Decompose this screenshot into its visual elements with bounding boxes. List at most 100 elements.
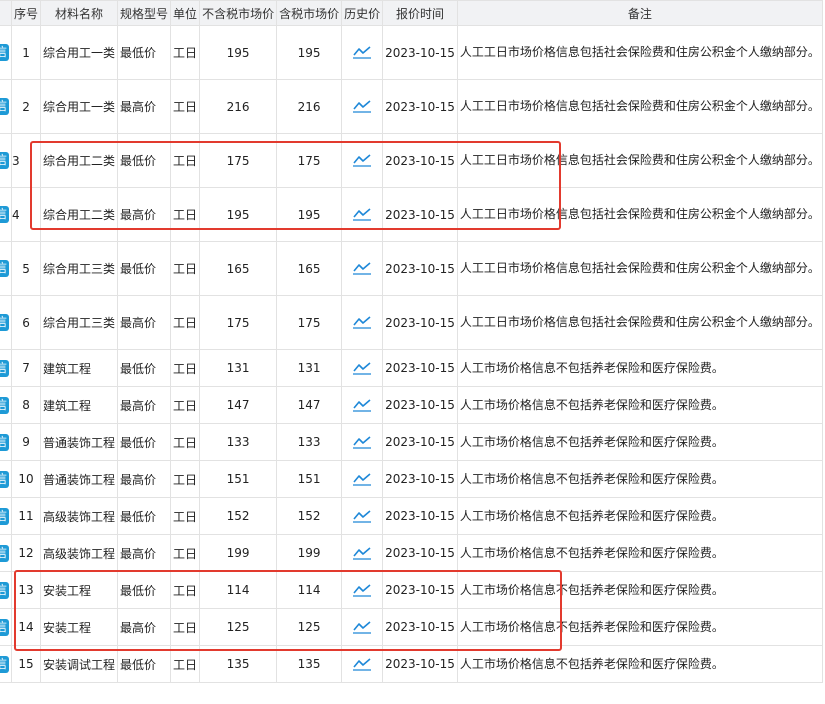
price-in-tax-cell: 152 xyxy=(276,497,343,535)
line-chart-icon[interactable] xyxy=(344,435,380,450)
table-row[interactable]: 信4综合用工二类最高价工日1951952023-10-15人工工日市场价格信息包… xyxy=(0,187,823,242)
line-chart-icon[interactable] xyxy=(344,153,380,168)
badge-cell: 信 xyxy=(0,608,12,646)
note-cell: 人工市场价格信息不包括养老保险和医疗保险费。 xyxy=(456,571,823,609)
badge-cell: 信 xyxy=(0,460,12,498)
table-row[interactable]: 信5综合用工三类最低价工日1651652023-10-15人工工日市场价格信息包… xyxy=(0,241,823,296)
info-badge[interactable]: 信 xyxy=(0,396,9,414)
date-cell: 2023-10-15 xyxy=(382,133,458,188)
table-row[interactable]: 信3综合用工二类最低价工日1751752023-10-15人工工日市场价格信息包… xyxy=(0,133,823,188)
table-row[interactable]: 信6综合用工三类最高价工日1751752023-10-15人工工日市场价格信息包… xyxy=(0,295,823,350)
price-in-tax-cell: 165 xyxy=(276,241,343,296)
badge-cell: 信 xyxy=(0,386,12,424)
header-spec[interactable]: 规格型号 xyxy=(117,0,172,26)
info-badge[interactable]: 信 xyxy=(0,152,9,169)
price-in-tax-cell: 195 xyxy=(276,187,343,242)
header-history[interactable]: 历史价 xyxy=(341,0,384,26)
table-row[interactable]: 信9普通装饰工程最低价工日1331332023-10-15人工市场价格信息不包括… xyxy=(0,423,823,461)
line-chart-icon[interactable] xyxy=(344,207,380,222)
line-chart-icon[interactable] xyxy=(344,472,380,487)
line-chart-icon[interactable] xyxy=(344,546,380,561)
table-row[interactable]: 信14安装工程最高价工日1251252023-10-15人工市场价格信息不包括养… xyxy=(0,608,823,646)
history-cell xyxy=(341,349,384,387)
info-badge[interactable]: 信 xyxy=(0,618,9,636)
header-price-ex-tax[interactable]: 不含税市场价 xyxy=(199,0,278,26)
history-cell xyxy=(341,133,384,188)
table-header: 序号 材料名称 规格型号 单位 不含税市场价 含税市场价 历史价 报价时间 备注 xyxy=(0,0,823,26)
info-badge[interactable]: 信 xyxy=(0,507,9,525)
date-cell: 2023-10-15 xyxy=(382,79,458,134)
unit-cell: 工日 xyxy=(170,79,201,134)
name-cell: 建筑工程 xyxy=(40,349,119,387)
line-chart-icon[interactable] xyxy=(344,261,380,276)
price-ex-tax-cell: 195 xyxy=(199,187,278,242)
line-chart-icon[interactable] xyxy=(344,620,380,635)
info-badge[interactable]: 信 xyxy=(0,433,9,451)
spec-cell: 最高价 xyxy=(117,187,172,242)
line-chart-icon[interactable] xyxy=(344,315,380,330)
info-badge[interactable]: 信 xyxy=(0,655,9,673)
table-row[interactable]: 信2综合用工一类最高价工日2162162023-10-15人工工日市场价格信息包… xyxy=(0,79,823,134)
table-row[interactable]: 信8建筑工程最高价工日1471472023-10-15人工市场价格信息不包括养老… xyxy=(0,386,823,424)
spec-cell: 最低价 xyxy=(117,25,172,80)
line-chart-icon[interactable] xyxy=(344,45,380,60)
header-date[interactable]: 报价时间 xyxy=(382,0,458,26)
spec-cell: 最高价 xyxy=(117,386,172,424)
spec-cell: 最低价 xyxy=(117,133,172,188)
name-cell: 综合用工三类 xyxy=(40,241,119,296)
note-cell: 人工市场价格信息不包括养老保险和医疗保险费。 xyxy=(456,608,823,646)
price-ex-tax-cell: 125 xyxy=(199,608,278,646)
price-in-tax-cell: 199 xyxy=(276,534,343,572)
table-row[interactable]: 信11高级装饰工程最低价工日1521522023-10-15人工市场价格信息不包… xyxy=(0,497,823,535)
table-row[interactable]: 信7建筑工程最低价工日1311312023-10-15人工市场价格信息不包括养老… xyxy=(0,349,823,387)
note-cell: 人工工日市场价格信息包括社会保险费和住房公积金个人缴纳部分。 xyxy=(456,241,823,296)
history-cell xyxy=(341,497,384,535)
info-badge[interactable]: 信 xyxy=(0,98,9,115)
table-row[interactable]: 信10普通装饰工程最高价工日1511512023-10-15人工市场价格信息不包… xyxy=(0,460,823,498)
seq-cell: 14 xyxy=(10,608,42,646)
line-chart-icon[interactable] xyxy=(344,509,380,524)
info-badge[interactable]: 信 xyxy=(0,581,9,599)
line-chart-icon[interactable] xyxy=(344,657,380,672)
price-ex-tax-cell: 199 xyxy=(199,534,278,572)
note-cell: 人工市场价格信息不包括养老保险和医疗保险费。 xyxy=(456,423,823,461)
history-cell xyxy=(341,79,384,134)
line-chart-icon[interactable] xyxy=(344,99,380,114)
table-row[interactable]: 信13安装工程最低价工日1141142023-10-15人工市场价格信息不包括养… xyxy=(0,571,823,609)
badge-cell: 信 xyxy=(0,79,12,134)
history-cell xyxy=(341,187,384,242)
price-in-tax-cell: 133 xyxy=(276,423,343,461)
spec-cell: 最高价 xyxy=(117,79,172,134)
info-badge[interactable]: 信 xyxy=(0,314,9,331)
note-cell: 人工工日市场价格信息包括社会保险费和住房公积金个人缴纳部分。 xyxy=(456,295,823,350)
info-badge[interactable]: 信 xyxy=(0,206,9,223)
info-badge[interactable]: 信 xyxy=(0,359,9,377)
date-cell: 2023-10-15 xyxy=(382,423,458,461)
table-row[interactable]: 信12高级装饰工程最高价工日1991992023-10-15人工市场价格信息不包… xyxy=(0,534,823,572)
header-unit[interactable]: 单位 xyxy=(170,0,201,26)
header-name[interactable]: 材料名称 xyxy=(40,0,119,26)
table-row[interactable]: 信15安装调试工程最低价工日1351352023-10-15人工市场价格信息不包… xyxy=(0,645,823,683)
history-cell xyxy=(341,386,384,424)
info-badge[interactable]: 信 xyxy=(0,544,9,562)
name-cell: 安装工程 xyxy=(40,608,119,646)
table-row[interactable]: 信1综合用工一类最低价工日1951952023-10-15人工工日市场价格信息包… xyxy=(0,25,823,80)
header-badge xyxy=(0,0,12,26)
header-note[interactable]: 备注 xyxy=(456,0,823,26)
badge-cell: 信 xyxy=(0,241,12,296)
info-badge[interactable]: 信 xyxy=(0,470,9,488)
line-chart-icon[interactable] xyxy=(344,361,380,376)
badge-cell: 信 xyxy=(0,25,12,80)
seq-cell: 4 xyxy=(10,187,42,242)
line-chart-icon[interactable] xyxy=(344,398,380,413)
header-seq[interactable]: 序号 xyxy=(10,0,42,26)
header-price-in-tax[interactable]: 含税市场价 xyxy=(276,0,343,26)
line-chart-icon[interactable] xyxy=(344,583,380,598)
price-in-tax-cell: 135 xyxy=(276,645,343,683)
date-cell: 2023-10-15 xyxy=(382,295,458,350)
info-badge[interactable]: 信 xyxy=(0,44,9,61)
price-ex-tax-cell: 216 xyxy=(199,79,278,134)
info-badge[interactable]: 信 xyxy=(0,260,9,277)
date-cell: 2023-10-15 xyxy=(382,349,458,387)
seq-cell: 2 xyxy=(10,79,42,134)
